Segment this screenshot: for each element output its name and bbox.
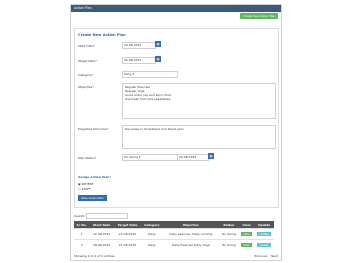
create-action-plan-button[interactable]: Create New Action Plan	[240, 13, 278, 19]
objective-label: Objective*	[78, 85, 94, 89]
expected-outcome-label: Expected Outcome*	[78, 127, 109, 131]
objective-line: Use fresh fruit and vegetables	[125, 97, 171, 101]
save-action-plan-button[interactable]: Save Action Plan	[78, 195, 107, 201]
col-view[interactable]: View	[238, 221, 255, 229]
col-update[interactable]: Update	[254, 221, 274, 229]
col-objective[interactable]: Objective	[162, 221, 219, 229]
target-date-label: Target Date*	[78, 59, 97, 63]
staff-radio[interactable]: ○ STAFF	[78, 187, 91, 191]
search-area: Search:	[74, 213, 129, 219]
col-start-date[interactable]: Start Date	[89, 221, 114, 229]
table-row: 2 18-08-2015 21-08-2015 Daily Daily Exer…	[74, 239, 274, 250]
assign-label: Assign Action Plan*	[78, 175, 112, 179]
calendar-icon[interactable]: ▦	[208, 153, 214, 159]
col-sr-no[interactable]: Sr No.	[74, 221, 90, 229]
plan-status-label: Plan Status*	[78, 156, 97, 160]
search-input[interactable]	[86, 213, 129, 219]
category-select[interactable]: Daily ▾	[122, 71, 178, 78]
view-button[interactable]: View	[241, 243, 252, 247]
update-button[interactable]: Update	[257, 243, 272, 247]
window-title: Action Plan	[71, 5, 281, 12]
table-row: 1 12-08-2015 21-08-2015 Daily Daily exer…	[74, 228, 274, 240]
pagination: Previous Next	[254, 254, 278, 258]
target-date-input[interactable]: 20-08-2015	[122, 57, 156, 64]
next-link[interactable]: Next	[271, 254, 278, 258]
calendar-icon[interactable]: ▦	[155, 41, 161, 47]
col-status[interactable]: Status	[218, 221, 239, 229]
previous-link[interactable]: Previous	[254, 254, 267, 258]
start-date-input[interactable]: 20-08-2015	[122, 42, 156, 49]
calendar-icon[interactable]: ▦	[155, 56, 161, 62]
expected-outcome-textarea[interactable]: Decrease in cholesterol and blood pain	[122, 125, 276, 149]
start-date-label: Start Date*	[78, 44, 95, 48]
patient-radio[interactable]: ◉ PATIENT	[78, 182, 94, 186]
main-panel: Action Plan Create New Action Plan Creat…	[70, 4, 282, 261]
search-label: Search:	[74, 214, 86, 218]
table-info: Showing 1 to 2 of 2 entries	[74, 254, 115, 258]
form-title: Create New Action Plan	[78, 33, 126, 37]
create-form: Create New Action Plan Start Date* 20-08…	[74, 28, 279, 208]
plan-status-date-input[interactable]: 20-08-2015	[177, 154, 209, 161]
action-plan-table: Sr No. Start Date Target Date Category O…	[74, 221, 274, 250]
objective-textarea[interactable]: Regular Exercise Regular Yoga Avoid extr…	[122, 83, 276, 119]
col-target-date[interactable]: Target Date	[113, 221, 142, 229]
plan-status-select[interactable]: On Going ▾	[122, 154, 178, 161]
category-label: Category*	[78, 73, 94, 77]
view-button[interactable]: View	[241, 232, 252, 236]
update-button[interactable]: Update	[257, 232, 272, 236]
expected-outcome-text: Decrease in cholesterol and blood pain	[125, 127, 184, 131]
col-category[interactable]: Category	[141, 221, 163, 229]
